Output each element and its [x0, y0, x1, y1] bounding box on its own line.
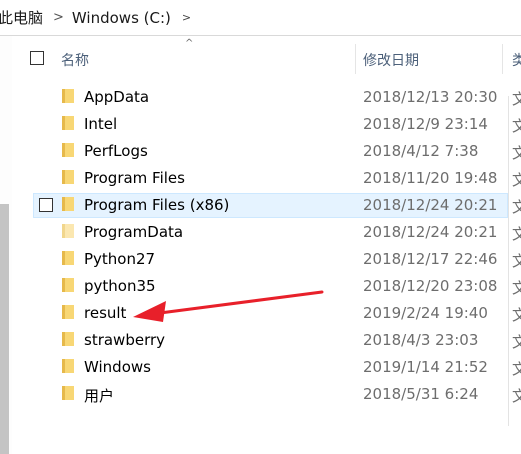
file-name: PerfLogs [84, 142, 148, 160]
file-date: 2018/12/13 20:30 [363, 88, 498, 106]
file-list: AppData 2018/12/13 20:30 文 Intel 2018/12… [0, 85, 521, 409]
file-name: Program Files [84, 169, 185, 187]
file-type: 文 [512, 387, 521, 405]
file-row[interactable]: Python27 2018/12/17 22:46 文 [0, 247, 521, 274]
file-type: 文 [512, 333, 521, 351]
file-type: 文 [512, 117, 521, 135]
file-type: 文 [512, 225, 521, 243]
folder-icon [62, 305, 74, 319]
file-type: 文 [512, 306, 521, 324]
file-row[interactable]: 用户 2018/5/31 6:24 文 [0, 382, 521, 409]
file-row[interactable]: Windows 2019/1/14 21:52 文 [0, 355, 521, 382]
file-name: Python27 [84, 250, 156, 268]
column-header-date-modified[interactable]: 修改日期 [363, 50, 419, 70]
file-row[interactable]: Program Files 2018/11/20 19:48 文 [0, 166, 521, 193]
file-row[interactable]: python35 2018/12/20 23:08 文 [0, 274, 521, 301]
file-row[interactable]: ProgramData 2018/12/24 20:21 文 [0, 220, 521, 247]
file-name: Program Files (x86) [84, 196, 230, 214]
file-type: 文 [512, 171, 521, 189]
file-type: 文 [512, 144, 521, 162]
folder-icon [62, 116, 74, 130]
file-date: 2018/12/20 23:08 [363, 277, 498, 295]
file-type: 文 [512, 90, 521, 108]
file-name: 用户 [84, 387, 115, 405]
file-row[interactable]: Intel 2018/12/9 23:14 文 [0, 112, 521, 139]
file-date: 2018/11/20 19:48 [363, 169, 498, 187]
file-name: AppData [84, 88, 150, 106]
row-checkbox[interactable] [39, 198, 53, 212]
column-divider[interactable] [355, 44, 356, 74]
file-date: 2018/4/12 7:38 [363, 142, 479, 160]
folder-icon [62, 197, 74, 211]
folder-icon [62, 386, 74, 400]
file-type: 文 [512, 360, 521, 378]
folder-icon [62, 224, 74, 238]
file-name: ProgramData [84, 223, 184, 241]
chevron-right-icon[interactable]: > [182, 11, 191, 24]
file-type: 文 [512, 279, 521, 297]
folder-icon [62, 89, 74, 103]
column-divider[interactable] [502, 44, 503, 74]
folder-icon [62, 170, 74, 184]
file-name: result [84, 304, 127, 322]
folder-icon [62, 332, 74, 346]
folder-icon [62, 359, 74, 373]
file-date: 2019/1/14 21:52 [363, 358, 488, 376]
address-bar[interactable]: 此电脑 > Windows (C:) > [0, 0, 521, 36]
column-header-name[interactable]: 名称 [61, 50, 89, 70]
folder-icon [62, 143, 74, 157]
file-date: 2019/2/24 19:40 [363, 304, 488, 322]
file-date: 2018/12/17 22:46 [363, 250, 498, 268]
file-date: 2018/4/3 23:03 [363, 331, 479, 349]
file-row[interactable]: PerfLogs 2018/4/12 7:38 文 [0, 139, 521, 166]
file-date: 2018/12/24 20:21 [363, 196, 498, 214]
file-row[interactable]: strawberry 2018/4/3 23:03 文 [0, 328, 521, 355]
file-date: 2018/5/31 6:24 [363, 385, 479, 403]
file-row[interactable]: AppData 2018/12/13 20:30 文 [0, 85, 521, 112]
select-all-checkbox[interactable] [30, 51, 44, 65]
file-type: 文 [512, 252, 521, 270]
file-type: 文 [512, 198, 521, 216]
file-row[interactable]: Program Files (x86) 2018/12/24 20:21 文 [0, 193, 521, 220]
file-name: Intel [84, 115, 118, 133]
file-name: strawberry [84, 331, 166, 349]
file-row[interactable]: result 2019/2/24 19:40 文 [0, 301, 521, 328]
column-header-type[interactable]: 类 [512, 50, 521, 70]
file-date: 2018/12/9 23:14 [363, 115, 488, 133]
file-name: Windows [84, 358, 151, 376]
breadcrumb-this-pc[interactable]: 此电脑 [0, 7, 43, 28]
breadcrumb-separator[interactable]: > [53, 10, 64, 25]
column-header: 名称 修改日期 类 [12, 44, 521, 74]
folder-icon [62, 251, 74, 265]
folder-icon [62, 278, 74, 292]
breadcrumb-drive-c[interactable]: Windows (C:) [72, 9, 171, 27]
file-date: 2018/12/24 20:21 [363, 223, 498, 241]
file-name: python35 [84, 277, 156, 295]
